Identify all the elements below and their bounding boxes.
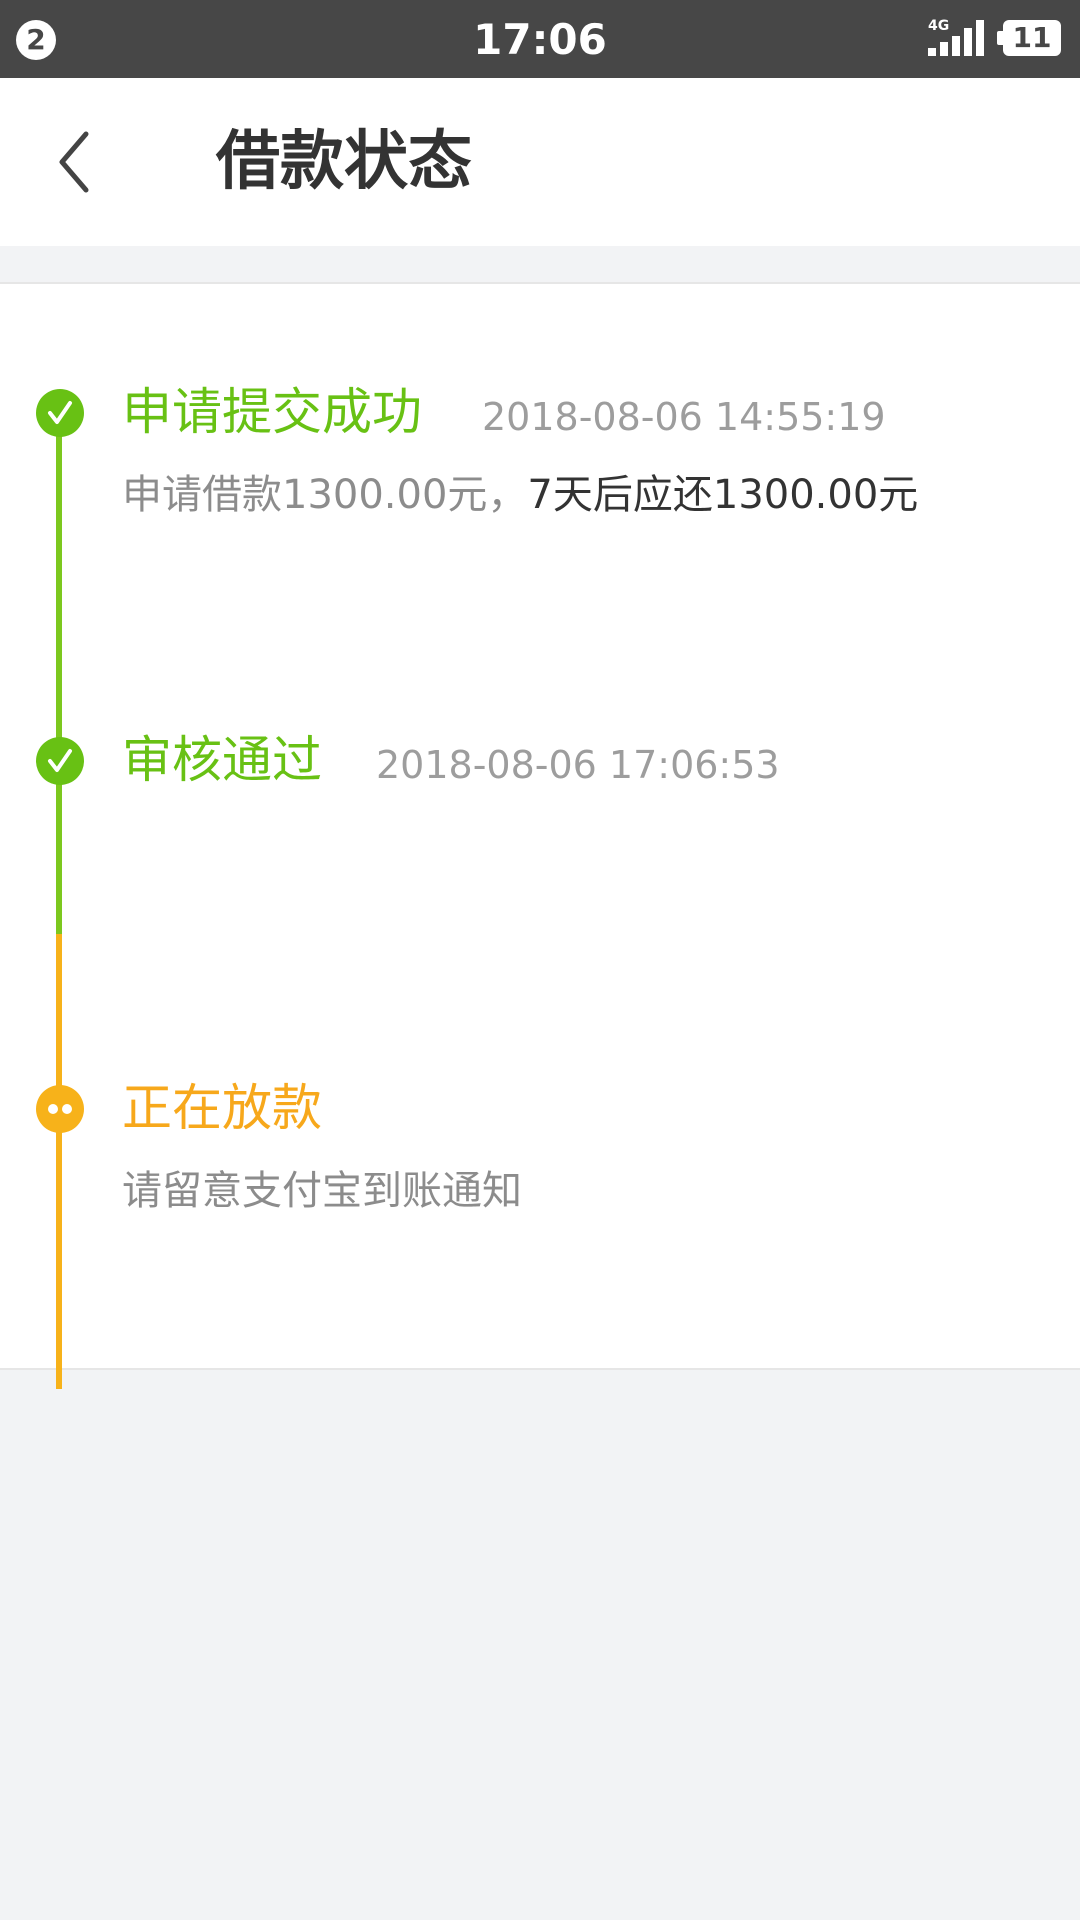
dots-circle-icon [36,1085,84,1133]
repay-amount-text: 7天后应还1300.00元 [527,472,919,518]
step-desc-disbursing: 请留意支付宝到账通知 [122,1168,522,1214]
step-desc-submitted: 申请借款1300.00元，7天后应还1300.00元 [122,470,918,520]
status-bar-clock: 17:06 [473,15,607,64]
step-title-disbursing: 正在放款 [122,1079,322,1137]
back-button[interactable] [40,120,110,204]
check-circle-icon [36,389,84,437]
app-header: 借款状态 [0,78,1080,246]
status-bar: 2 17:06 4G 11 [0,0,1080,78]
chevron-left-icon [59,131,89,193]
loan-amount-text: 申请借款1300.00元， [122,472,528,518]
timeline-line-completed [56,412,62,934]
step-title-submitted: 申请提交成功 [122,383,422,441]
step-time-submitted: 2018-08-06 14:55:19 [482,395,886,439]
signal-strength-icon [928,20,984,56]
page-title: 借款状态 [216,125,472,199]
step-time-approved: 2018-08-06 17:06:53 [376,743,780,787]
battery-icon: 11 [997,20,1061,56]
step-title-approved: 审核通过 [122,731,322,789]
check-circle-icon [36,737,84,785]
loan-status-timeline: 申请提交成功 2018-08-06 14:55:19 申请借款1300.00元，… [0,282,1080,1389]
timeline-line-pending [56,934,62,1389]
